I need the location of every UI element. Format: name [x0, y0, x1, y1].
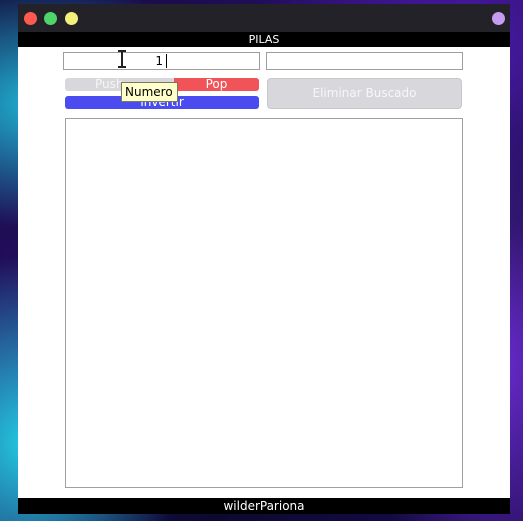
- title-bar[interactable]: [18, 4, 510, 32]
- app-window: PILAS Push Pop Invertir Eliminar Buscado…: [18, 4, 510, 514]
- stack-list[interactable]: [65, 118, 463, 488]
- minimize-icon[interactable]: [65, 12, 78, 25]
- window-menu-icon[interactable]: [492, 12, 505, 25]
- ibeam-cursor-icon: [118, 50, 126, 68]
- app-title: PILAS: [18, 32, 510, 47]
- maximize-icon[interactable]: [44, 12, 57, 25]
- text-caret: [166, 54, 167, 68]
- footer-credit: wilderPariona: [18, 498, 510, 514]
- pop-button[interactable]: Pop: [174, 78, 259, 91]
- number-input[interactable]: [63, 52, 260, 70]
- delete-searched-button[interactable]: Eliminar Buscado: [267, 78, 462, 109]
- close-icon[interactable]: [24, 12, 37, 25]
- number-tooltip: Numero: [121, 82, 178, 102]
- search-input[interactable]: [266, 52, 463, 70]
